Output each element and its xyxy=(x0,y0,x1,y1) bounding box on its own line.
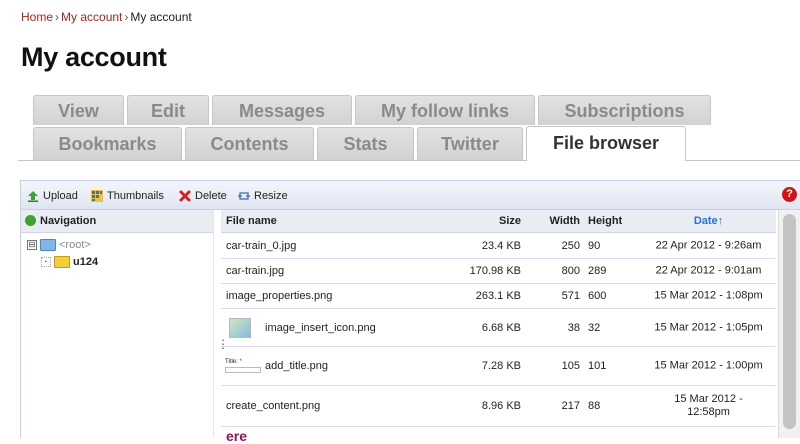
file-height: 90 xyxy=(588,239,601,252)
file-width: 217 xyxy=(561,400,580,412)
file-height: 32 xyxy=(588,321,601,334)
file-row[interactable]: image_insert_icon.png 6.68 KB 38 32 15 M… xyxy=(221,309,776,347)
breadcrumb-separator: › xyxy=(55,10,60,24)
tab-stats[interactable]: Stats xyxy=(317,127,414,160)
partial-content-text: ere xyxy=(226,428,248,444)
file-width: 250 xyxy=(561,239,580,252)
breadcrumb: Home › My account › My account xyxy=(21,10,192,24)
thumbnails-button[interactable]: Thumbnails xyxy=(91,188,164,204)
file-size: 170.98 KB xyxy=(469,265,521,277)
vertical-scrollbar[interactable] xyxy=(778,210,800,438)
resize-label: Resize xyxy=(254,190,288,202)
navigation-header: Navigation xyxy=(21,210,213,233)
file-width: 571 xyxy=(561,290,580,302)
tree-node-root[interactable]: ⊟ <root> xyxy=(27,238,91,252)
tree-node-label: u124 xyxy=(73,256,99,268)
tab-contents[interactable]: Contents xyxy=(185,127,314,160)
file-height: 88 xyxy=(588,400,601,412)
file-size: 8.96 KB xyxy=(481,400,521,412)
file-date: 15 Mar 2012 -12:58pm xyxy=(641,393,776,419)
file-row[interactable]: car-train.jpg 170.98 KB 800 289 22 Apr 2… xyxy=(221,259,776,284)
image-thumbnail xyxy=(229,317,251,338)
file-height: 289 xyxy=(588,265,607,277)
file-row[interactable]: create_content.png 8.96 KB 217 88 15 Mar… xyxy=(221,386,776,427)
thumbnail-text: Title: xyxy=(225,359,238,365)
file-name: image_insert_icon.png xyxy=(265,321,376,334)
resize-button[interactable]: Resize xyxy=(238,188,288,204)
delete-button[interactable]: Delete xyxy=(179,188,227,204)
tab-view[interactable]: View xyxy=(33,95,124,125)
upload-label: Upload xyxy=(43,190,78,202)
column-header-width[interactable]: Width xyxy=(546,210,580,232)
file-browser: Upload Thumbnails Delete Resize ? Naviga… xyxy=(20,180,800,438)
thumbnails-icon xyxy=(91,190,103,203)
file-row[interactable]: image_properties.png 263.1 KB 571 600 15… xyxy=(221,284,776,309)
breadcrumb-home-link[interactable]: Home xyxy=(21,10,53,24)
file-row[interactable]: car-train_0.jpg 23.4 KB 250 90 22 Apr 20… xyxy=(221,233,776,259)
tree-node-label: <root> xyxy=(59,239,91,251)
file-browser-toolbar: Upload Thumbnails Delete Resize ? xyxy=(21,181,800,210)
image-thumbnail: Title: * xyxy=(225,359,261,373)
file-name: car-train.jpg xyxy=(226,265,285,277)
file-name: add_title.png xyxy=(265,360,328,372)
tab-subscriptions[interactable]: Subscriptions xyxy=(538,95,711,125)
navigation-title: Navigation xyxy=(40,215,97,227)
file-name: car-train_0.jpg xyxy=(226,239,297,252)
folder-icon xyxy=(54,256,70,269)
tab-messages[interactable]: Messages xyxy=(212,95,352,125)
tab-edit[interactable]: Edit xyxy=(127,95,209,125)
file-list: File name Size Width Height Date↑ car-tr… xyxy=(221,210,776,438)
file-size: 7.28 KB xyxy=(481,360,521,372)
file-name: image_properties.png xyxy=(226,290,333,302)
thumbnails-label: Thumbnails xyxy=(107,190,164,202)
tree-node-u124[interactable]: · u124 xyxy=(41,255,98,269)
file-width: 105 xyxy=(561,360,580,372)
collapse-icon[interactable]: ⊟ xyxy=(27,240,37,251)
upload-button[interactable]: Upload xyxy=(27,188,78,204)
file-date: 22 Apr 2012 - 9:01am xyxy=(655,264,762,277)
file-list-header: File name Size Width Height Date↑ xyxy=(221,210,776,233)
upload-icon xyxy=(27,190,39,203)
delete-label: Delete xyxy=(195,190,227,202)
navigation-panel: Navigation ⊟ <root> · u124 xyxy=(21,210,214,438)
folder-icon xyxy=(40,239,56,252)
tab-twitter[interactable]: Twitter xyxy=(417,127,523,160)
delete-icon xyxy=(179,190,191,202)
file-height: 101 xyxy=(588,360,607,372)
scrollbar-thumb[interactable] xyxy=(783,214,796,429)
column-header-file-name[interactable]: File name xyxy=(226,210,277,232)
column-header-height[interactable]: Height xyxy=(588,210,622,232)
tab-file-browser[interactable]: File browser xyxy=(526,126,686,161)
tab-my-follow-links[interactable]: My follow links xyxy=(355,95,535,125)
expand-icon[interactable]: · xyxy=(41,257,51,268)
thumbnail-field xyxy=(225,367,261,373)
file-height: 600 xyxy=(588,290,607,302)
tab-bookmarks[interactable]: Bookmarks xyxy=(33,127,182,160)
account-tabs: View Edit Messages My follow links Subsc… xyxy=(0,93,800,161)
file-date-line: 15 Mar 2012 - xyxy=(674,393,743,405)
file-size: 23.4 KB xyxy=(481,239,521,252)
file-date: 15 Mar 2012 - 1:08pm xyxy=(654,289,763,302)
file-date: 15 Mar 2012 - 1:00pm xyxy=(654,359,763,372)
page-title: My account xyxy=(21,42,167,72)
file-date: 15 Mar 2012 - 1:05pm xyxy=(654,321,763,333)
breadcrumb-account-link[interactable]: My account xyxy=(61,10,122,24)
file-row[interactable]: Title: * add_title.png 7.28 KB 105 101 1… xyxy=(221,347,776,386)
help-icon[interactable]: ? xyxy=(782,187,797,202)
resize-icon xyxy=(238,190,250,202)
breadcrumb-current: My account xyxy=(130,10,192,24)
file-width: 38 xyxy=(567,321,580,334)
file-width: 800 xyxy=(561,265,580,277)
file-name: create_content.png xyxy=(226,400,321,412)
file-size: 263.1 KB xyxy=(475,290,521,302)
tree-icon xyxy=(25,214,36,226)
breadcrumb-separator: › xyxy=(124,10,129,24)
file-date: 22 Apr 2012 - 9:26am xyxy=(655,239,762,251)
column-header-size[interactable]: Size xyxy=(499,210,521,232)
thumbnail-required-mark: * xyxy=(239,359,242,365)
column-header-date[interactable]: Date↑ xyxy=(641,210,776,232)
file-date-line: 12:58pm xyxy=(687,406,730,418)
file-size: 6.68 KB xyxy=(481,321,521,334)
